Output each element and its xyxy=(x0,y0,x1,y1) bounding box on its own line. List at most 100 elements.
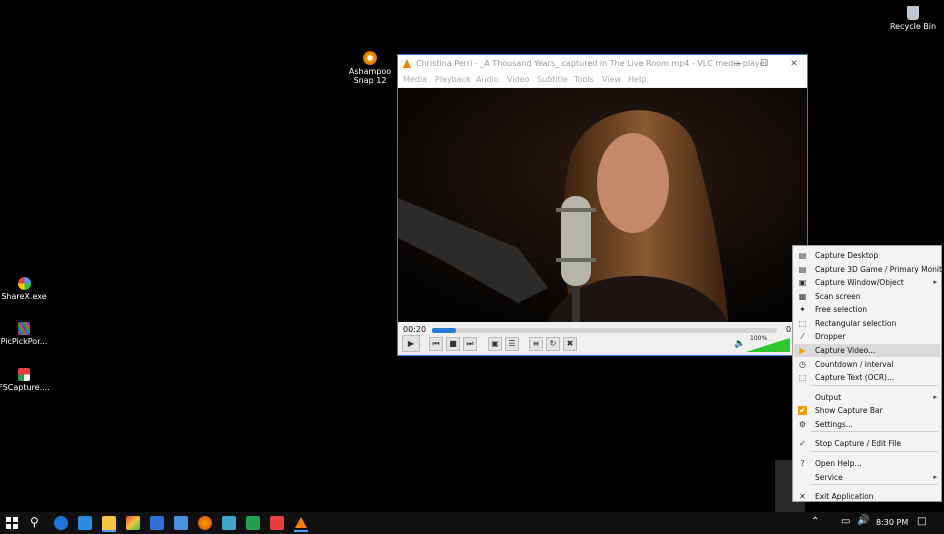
menu-media[interactable]: Media xyxy=(403,75,427,84)
menu-item-scan-screen[interactable]: ▦ Scan screen xyxy=(794,290,940,303)
menu-item-label: Capture Video... xyxy=(815,346,876,355)
file-explorer-icon[interactable] xyxy=(102,516,116,532)
video-icon: ▶ xyxy=(799,346,806,355)
paint-icon[interactable] xyxy=(126,516,140,530)
speaker-tray-icon[interactable]: 🔊 xyxy=(857,515,869,526)
fscapture-taskbar-icon[interactable] xyxy=(270,516,284,530)
menu-separator xyxy=(811,484,938,485)
menu-item-settings[interactable]: ⚙ Settings... xyxy=(794,418,940,431)
menu-separator xyxy=(811,451,938,452)
start-button[interactable] xyxy=(6,517,18,529)
app-icon-blue[interactable] xyxy=(150,516,164,530)
play-button[interactable]: ▶ xyxy=(402,335,420,352)
seek-bar[interactable] xyxy=(432,328,777,333)
desktop-icon-fscapture[interactable]: FSCapture.... xyxy=(0,368,59,392)
desktop-icon-label: FSCapture.... xyxy=(0,383,50,392)
menu-item-exit-application[interactable]: ✕ Exit Application xyxy=(794,490,940,503)
menu-item-free-selection[interactable]: ✦ Free selection xyxy=(794,303,940,316)
desktop-icon-sharex[interactable]: ShareX.exe xyxy=(0,277,59,301)
speaker-icon[interactable]: 🔈 xyxy=(734,339,745,349)
notifications-icon[interactable]: □ xyxy=(917,516,926,527)
menu-item-label: Stop Capture / Edit File xyxy=(815,439,902,448)
video-frame-image xyxy=(398,88,807,322)
menu-item-label: Capture Text (OCR)... xyxy=(815,373,895,382)
vlc-window[interactable]: Christina Perri - _A Thousand Years_ cap… xyxy=(397,54,808,356)
menu-audio[interactable]: Audio xyxy=(476,75,499,84)
menu-item-service[interactable]: Service ▸ xyxy=(794,471,940,484)
menu-item-output[interactable]: Output ▸ xyxy=(794,391,940,404)
help-icon: ? xyxy=(800,459,805,468)
checkbox-checked-icon: ✔ xyxy=(798,406,807,415)
menu-item-show-capture-bar[interactable]: ✔ Show Capture Bar xyxy=(794,404,940,417)
vlc-menubar: Media Playback Audio Video Subtitle Tool… xyxy=(398,73,807,87)
capture-context-menu: ▤ Capture Desktop ▤ Capture 3D Game / Prima… xyxy=(792,245,944,503)
playlist-button[interactable]: ≡ xyxy=(529,337,543,351)
desktop-icon-label: Ashampoo Snap 12 xyxy=(348,67,392,85)
menu-item-label: Free selection xyxy=(815,305,868,314)
menu-item-capture-text-ocr[interactable]: ⬚ Capture Text (OCR)... xyxy=(794,371,940,384)
menu-item-capture-3d-game-primary-monitor[interactable]: ▤ Capture 3D Game / Primary Monitor xyxy=(794,263,944,276)
minimize-button[interactable]: — xyxy=(728,57,748,71)
desktop-icon-picpick[interactable]: PicPickPor... xyxy=(0,322,59,346)
maximize-button[interactable]: ☐ xyxy=(754,57,774,71)
menu-item-rectangular-selection[interactable]: ⬚ Rectangular selection xyxy=(794,317,940,330)
menu-tools[interactable]: Tools xyxy=(574,75,594,84)
network-icon[interactable]: ▭ xyxy=(841,516,850,527)
time-elapsed: 00:20 xyxy=(403,325,427,334)
ashampoo-snap-icon xyxy=(363,51,377,65)
menu-item-capture-window-object[interactable]: ▣ Capture Window/Object ▸ xyxy=(794,276,940,289)
fscapture-icon xyxy=(18,368,30,381)
menu-video[interactable]: Video xyxy=(507,75,529,84)
menu-item-capture-video[interactable]: ▶ Capture Video... xyxy=(794,344,940,357)
ashampoo-taskbar-icon[interactable] xyxy=(198,516,212,530)
taskbar: ⚲ ⌃ ▭ 🔊 8:30 PM □ xyxy=(0,512,944,534)
shuffle-button[interactable]: ✖ xyxy=(563,337,577,351)
menu-item-label: Open Help... xyxy=(815,459,862,468)
menu-item-open-help[interactable]: ? Open Help... xyxy=(794,457,940,470)
submenu-arrow-icon: ▸ xyxy=(933,278,937,286)
menu-item-label: Capture 3D Game / Primary Monitor xyxy=(815,265,944,274)
menu-item-capture-desktop[interactable]: ▤ Capture Desktop xyxy=(794,249,940,262)
menu-item-label: Exit Application xyxy=(815,492,874,501)
clock-icon: ◷ xyxy=(799,360,806,369)
close-button[interactable]: ✕ xyxy=(784,57,804,71)
menu-item-countdown-interval[interactable]: ◷ Countdown / interval xyxy=(794,358,940,371)
loop-button[interactable]: ↻ xyxy=(546,337,560,351)
app-icon-tool[interactable] xyxy=(222,516,236,530)
desktop-icon-label: PicPickPor... xyxy=(0,337,48,346)
gear-icon: ⚙ xyxy=(798,420,807,429)
edit-check-icon: ✓ xyxy=(799,439,806,448)
store-icon[interactable] xyxy=(78,516,92,530)
taskbar-clock[interactable]: 8:30 PM xyxy=(876,518,908,527)
desktop-icon-recycle-bin[interactable]: Recycle Bin xyxy=(878,6,944,31)
app-icon-gallery[interactable] xyxy=(246,516,260,530)
menu-view[interactable]: View xyxy=(602,75,621,84)
menu-item-stop-capture-edit-file[interactable]: ✓ Stop Capture / Edit File xyxy=(794,437,940,450)
menu-help[interactable]: Help xyxy=(628,75,646,84)
desktop-icon-label: Recycle Bin xyxy=(889,22,937,31)
next-button[interactable]: ⏭ xyxy=(463,337,477,351)
volume-label: 100% xyxy=(750,335,768,342)
vlc-taskbar-icon[interactable] xyxy=(294,516,308,532)
menu-item-dropper[interactable]: ⁄ Dropper xyxy=(794,330,940,343)
edge-icon[interactable] xyxy=(54,516,68,530)
stop-button[interactable]: ■ xyxy=(446,337,460,351)
menu-separator xyxy=(811,431,938,432)
extended-settings-button[interactable]: ☰ xyxy=(505,337,519,351)
picpick-icon xyxy=(18,322,30,335)
vlc-titlebar[interactable]: Christina Perri - _A Thousand Years_ cap… xyxy=(398,55,807,73)
scan-icon: ▦ xyxy=(798,292,807,301)
window-icon: ▣ xyxy=(798,278,807,287)
video-frame[interactable] xyxy=(398,88,807,322)
menu-item-label: Service xyxy=(815,473,843,482)
search-icon[interactable]: ⚲ xyxy=(30,515,39,529)
previous-button[interactable]: ⏮ xyxy=(429,337,443,351)
desktop-icon-ashampoo-snap[interactable]: Ashampoo Snap 12 xyxy=(335,51,405,85)
menu-subtitle[interactable]: Subtitle xyxy=(537,75,568,84)
seek-bar-fill xyxy=(432,328,457,333)
app-icon-screenshot[interactable] xyxy=(174,516,188,530)
show-hidden-icons-icon[interactable]: ⌃ xyxy=(811,516,819,527)
fullscreen-button[interactable]: ▣ xyxy=(488,337,502,351)
menu-playback[interactable]: Playback xyxy=(435,75,471,84)
sharex-icon xyxy=(17,277,31,290)
